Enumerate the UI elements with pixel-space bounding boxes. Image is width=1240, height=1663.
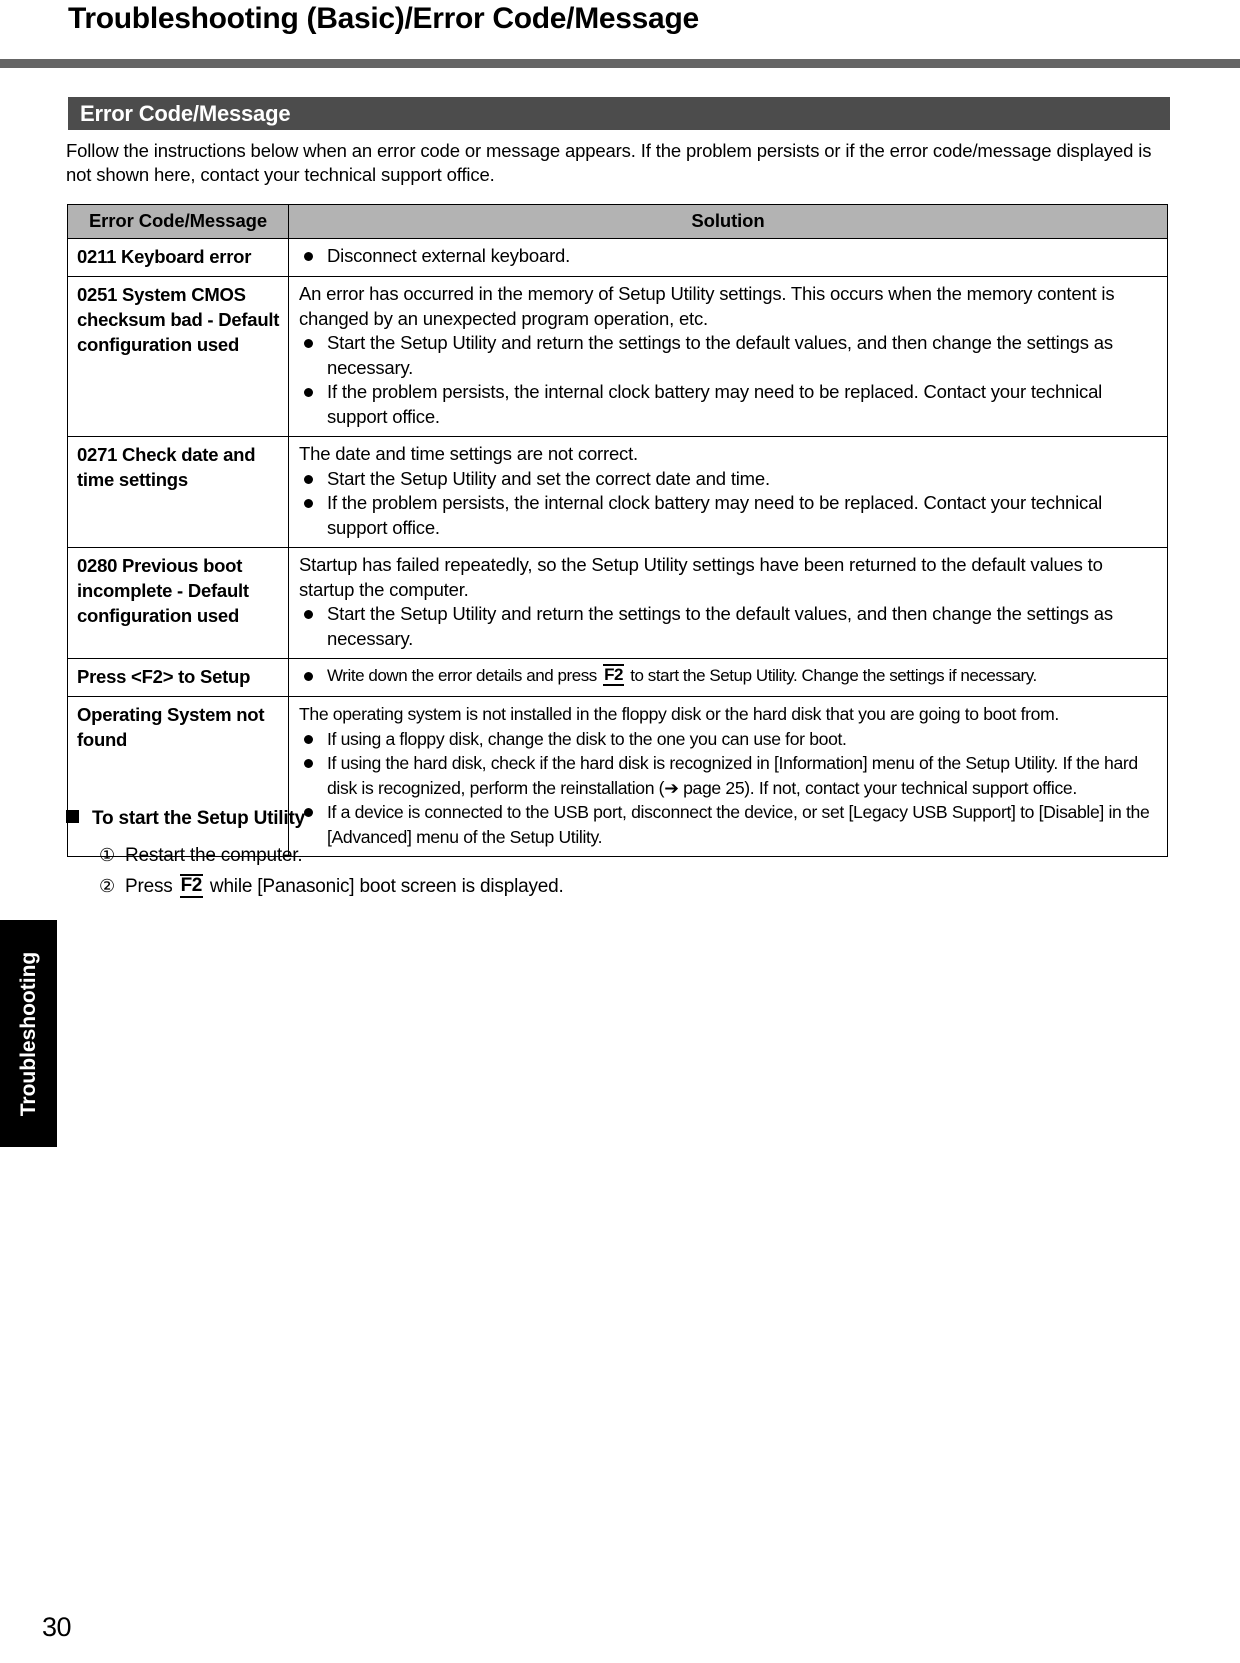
table-row: 0280 Previous boot incomplete - Default … — [67, 547, 1168, 659]
column-header-solution: Solution — [288, 204, 1168, 239]
section-band: Error Code/Message — [68, 97, 1170, 130]
solution-bullet-list: Disconnect external keyboard. — [299, 244, 1159, 269]
table-cell-error-code: Press <F2> to Setup — [67, 658, 289, 697]
setup-utility-step-list: ① Restart the computer. ② Press F2 while [P… — [99, 840, 899, 902]
table-cell-solution: The operating system is not installed in… — [288, 696, 1168, 857]
column-header-error-code: Error Code/Message — [67, 204, 289, 239]
solution-bullet-item: Write down the error details and press F… — [299, 664, 1159, 688]
step-item: ② Press F2 while [Panasonic] boot screen … — [99, 871, 899, 902]
solution-intro-text: The operating system is not installed in… — [299, 704, 1059, 724]
solution-bullet-item: Disconnect external keyboard. — [299, 244, 1159, 269]
table-cell-solution: Startup has failed repeatedly, so the Se… — [288, 547, 1168, 659]
step-item: ① Restart the computer. — [99, 840, 899, 871]
solution-bullet-list: Start the Setup Utility and return the s… — [299, 331, 1159, 429]
solution-bullet-list: Write down the error details and press F… — [299, 664, 1159, 688]
section-intro-paragraph: Follow the instructions below when an er… — [66, 140, 1152, 185]
solution-bullet-list: Start the Setup Utility and set the corr… — [299, 467, 1159, 541]
table-row: 0251 System CMOS checksum bad - Default … — [67, 276, 1168, 437]
step-number: ② — [99, 876, 115, 896]
solution-bullet-item: If using the hard disk, check if the har… — [299, 751, 1159, 800]
solution-bullet-item: If using a floppy disk, change the disk … — [299, 727, 1159, 752]
chapter-side-tab: Troubleshooting — [0, 920, 57, 1147]
step-number: ① — [99, 845, 115, 865]
solution-intro-text: An error has occurred in the memory of S… — [299, 283, 1115, 329]
table-row: Operating System not found The operating … — [67, 696, 1168, 857]
solution-bullet-item: Start the Setup Utility and return the s… — [299, 602, 1159, 651]
solution-bullet-item: If the problem persists, the internal cl… — [299, 380, 1159, 429]
table-row: Press <F2> to Setup Write down the error … — [67, 658, 1168, 697]
table-cell-solution: The date and time settings are not corre… — [288, 436, 1168, 548]
table-cell-error-code: Operating System not found — [67, 696, 289, 857]
table-header-row: Error Code/Message Solution — [67, 204, 1168, 239]
f2-key-icon: F2 — [603, 664, 624, 686]
table-cell-solution: Disconnect external keyboard. — [288, 238, 1168, 277]
subsection-heading: To start the Setup Utility — [66, 808, 305, 830]
table-cell-error-code: 0211 Keyboard error — [67, 238, 289, 277]
error-code-table: Error Code/Message Solution 0211 Keyboar… — [67, 204, 1168, 857]
solution-bullet-item: Start the Setup Utility and return the s… — [299, 331, 1159, 380]
table-cell-error-code: 0251 System CMOS checksum bad - Default … — [67, 276, 289, 437]
table-cell-error-code: 0271 Check date and time settings — [67, 436, 289, 548]
table-cell-solution: An error has occurred in the memory of S… — [288, 276, 1168, 437]
solution-bullet-item: Start the Setup Utility and set the corr… — [299, 467, 1159, 492]
section-band-label: Error Code/Message — [80, 101, 291, 126]
square-bullet-icon — [66, 810, 79, 823]
table-row: 0211 Keyboard error Disconnect external k… — [67, 238, 1168, 277]
table-cell-error-code: 0280 Previous boot incomplete - Default … — [67, 547, 289, 659]
page-number: 30 — [42, 1612, 72, 1642]
solution-intro-text: Startup has failed repeatedly, so the Se… — [299, 554, 1103, 600]
f2-key-icon: F2 — [179, 874, 203, 898]
subsection-heading-label: To start the Setup Utility — [92, 808, 305, 829]
solution-bullet-list: Start the Setup Utility and return the s… — [299, 602, 1159, 651]
table-cell-solution: Write down the error details and press F… — [288, 658, 1168, 697]
chapter-side-tab-label: Troubleshooting — [16, 951, 40, 1116]
table-row: 0271 Check date and time settings The dat… — [67, 436, 1168, 548]
solution-bullet-list: If using a floppy disk, change the disk … — [299, 727, 1159, 850]
page-title: Troubleshooting (Basic)/Error Code/Messa… — [68, 2, 699, 35]
solution-intro-text: The date and time settings are not corre… — [299, 443, 638, 464]
solution-bullet-item: If the problem persists, the internal cl… — [299, 491, 1159, 540]
header-rule — [0, 59, 1240, 68]
